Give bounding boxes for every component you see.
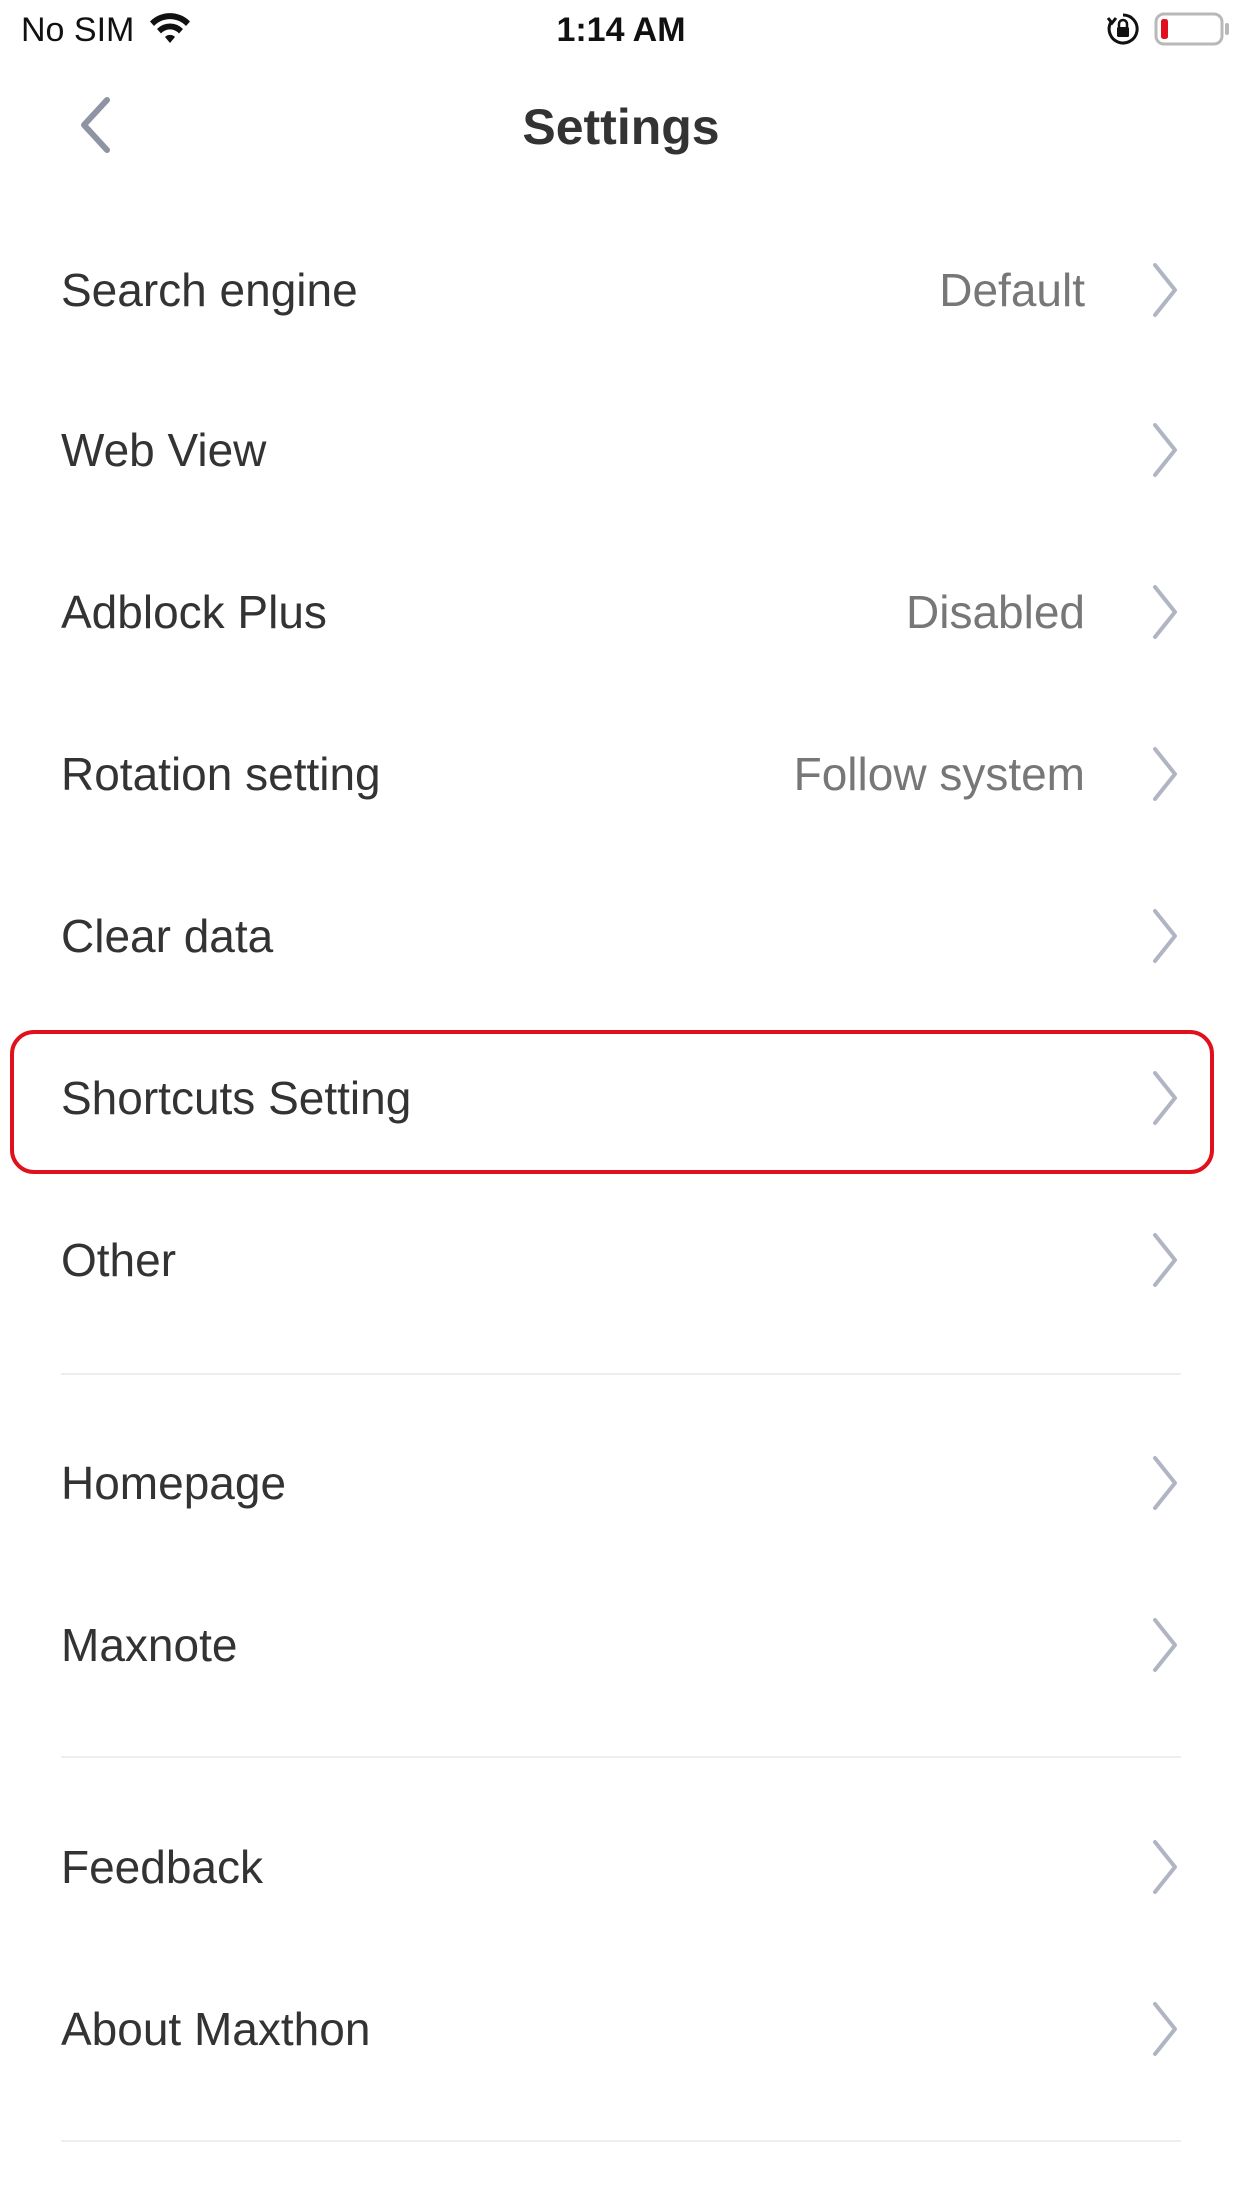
setting-row-rotation-setting[interactable]: Rotation setting Follow system <box>0 693 1242 855</box>
status-bar: No SIM 1:14 AM <box>0 0 1242 60</box>
section-divider <box>61 2140 1181 2142</box>
setting-row-homepage[interactable]: Homepage <box>0 1402 1242 1564</box>
row-label: Rotation setting <box>61 748 381 800</box>
chevron-right-icon <box>1153 909 1177 963</box>
row-value: Follow system <box>793 748 1085 800</box>
row-value: Disabled <box>906 586 1085 638</box>
chevron-right-icon <box>1153 747 1177 801</box>
row-label: Adblock Plus <box>61 586 327 638</box>
setting-row-feedback[interactable]: Feedback <box>0 1786 1242 1948</box>
status-right-group <box>1106 12 1230 46</box>
row-label: Shortcuts Setting <box>61 1072 412 1124</box>
setting-row-adblock-plus[interactable]: Adblock Plus Disabled <box>0 531 1242 693</box>
setting-row-about-maxthon[interactable]: About Maxthon <box>0 1948 1242 2110</box>
row-label: Maxnote <box>61 1619 238 1671</box>
battery-icon <box>1154 12 1229 46</box>
row-label: Clear data <box>61 910 274 962</box>
navigation-bar: Settings <box>0 60 1242 190</box>
orientation-lock-icon <box>1106 13 1139 45</box>
chevron-right-icon <box>1153 1618 1177 1672</box>
row-label: Search engine <box>61 264 358 316</box>
chevron-right-icon <box>1153 585 1177 639</box>
chevron-right-icon <box>1153 2002 1177 2056</box>
chevron-right-icon <box>1153 1840 1177 1894</box>
page-title: Settings <box>522 99 720 155</box>
row-label: Homepage <box>61 1457 287 1509</box>
chevron-right-icon <box>1153 1071 1177 1125</box>
setting-row-web-view[interactable]: Web View <box>0 369 1242 531</box>
chevron-right-icon <box>1153 1456 1177 1510</box>
status-time: 1:14 AM <box>556 11 686 49</box>
row-label: Feedback <box>61 1841 264 1893</box>
row-label: Web View <box>61 424 267 476</box>
chevron-right-icon <box>1153 263 1177 317</box>
section-divider <box>61 1756 1181 1758</box>
row-label: Other <box>61 1234 177 1286</box>
chevron-right-icon <box>1153 1233 1177 1287</box>
chevron-right-icon <box>1153 423 1177 477</box>
row-label: About Maxthon <box>61 2003 371 2055</box>
setting-row-maxnote[interactable]: Maxnote <box>0 1564 1242 1726</box>
section-divider <box>61 1373 1181 1375</box>
setting-row-clear-data[interactable]: Clear data <box>0 855 1242 1017</box>
row-value: Default <box>939 264 1085 316</box>
setting-row-shortcuts-setting[interactable]: Shortcuts Setting <box>0 1017 1242 1179</box>
setting-row-other[interactable]: Other <box>0 1179 1242 1341</box>
setting-row-search-engine[interactable]: Search engine Default <box>0 209 1242 371</box>
